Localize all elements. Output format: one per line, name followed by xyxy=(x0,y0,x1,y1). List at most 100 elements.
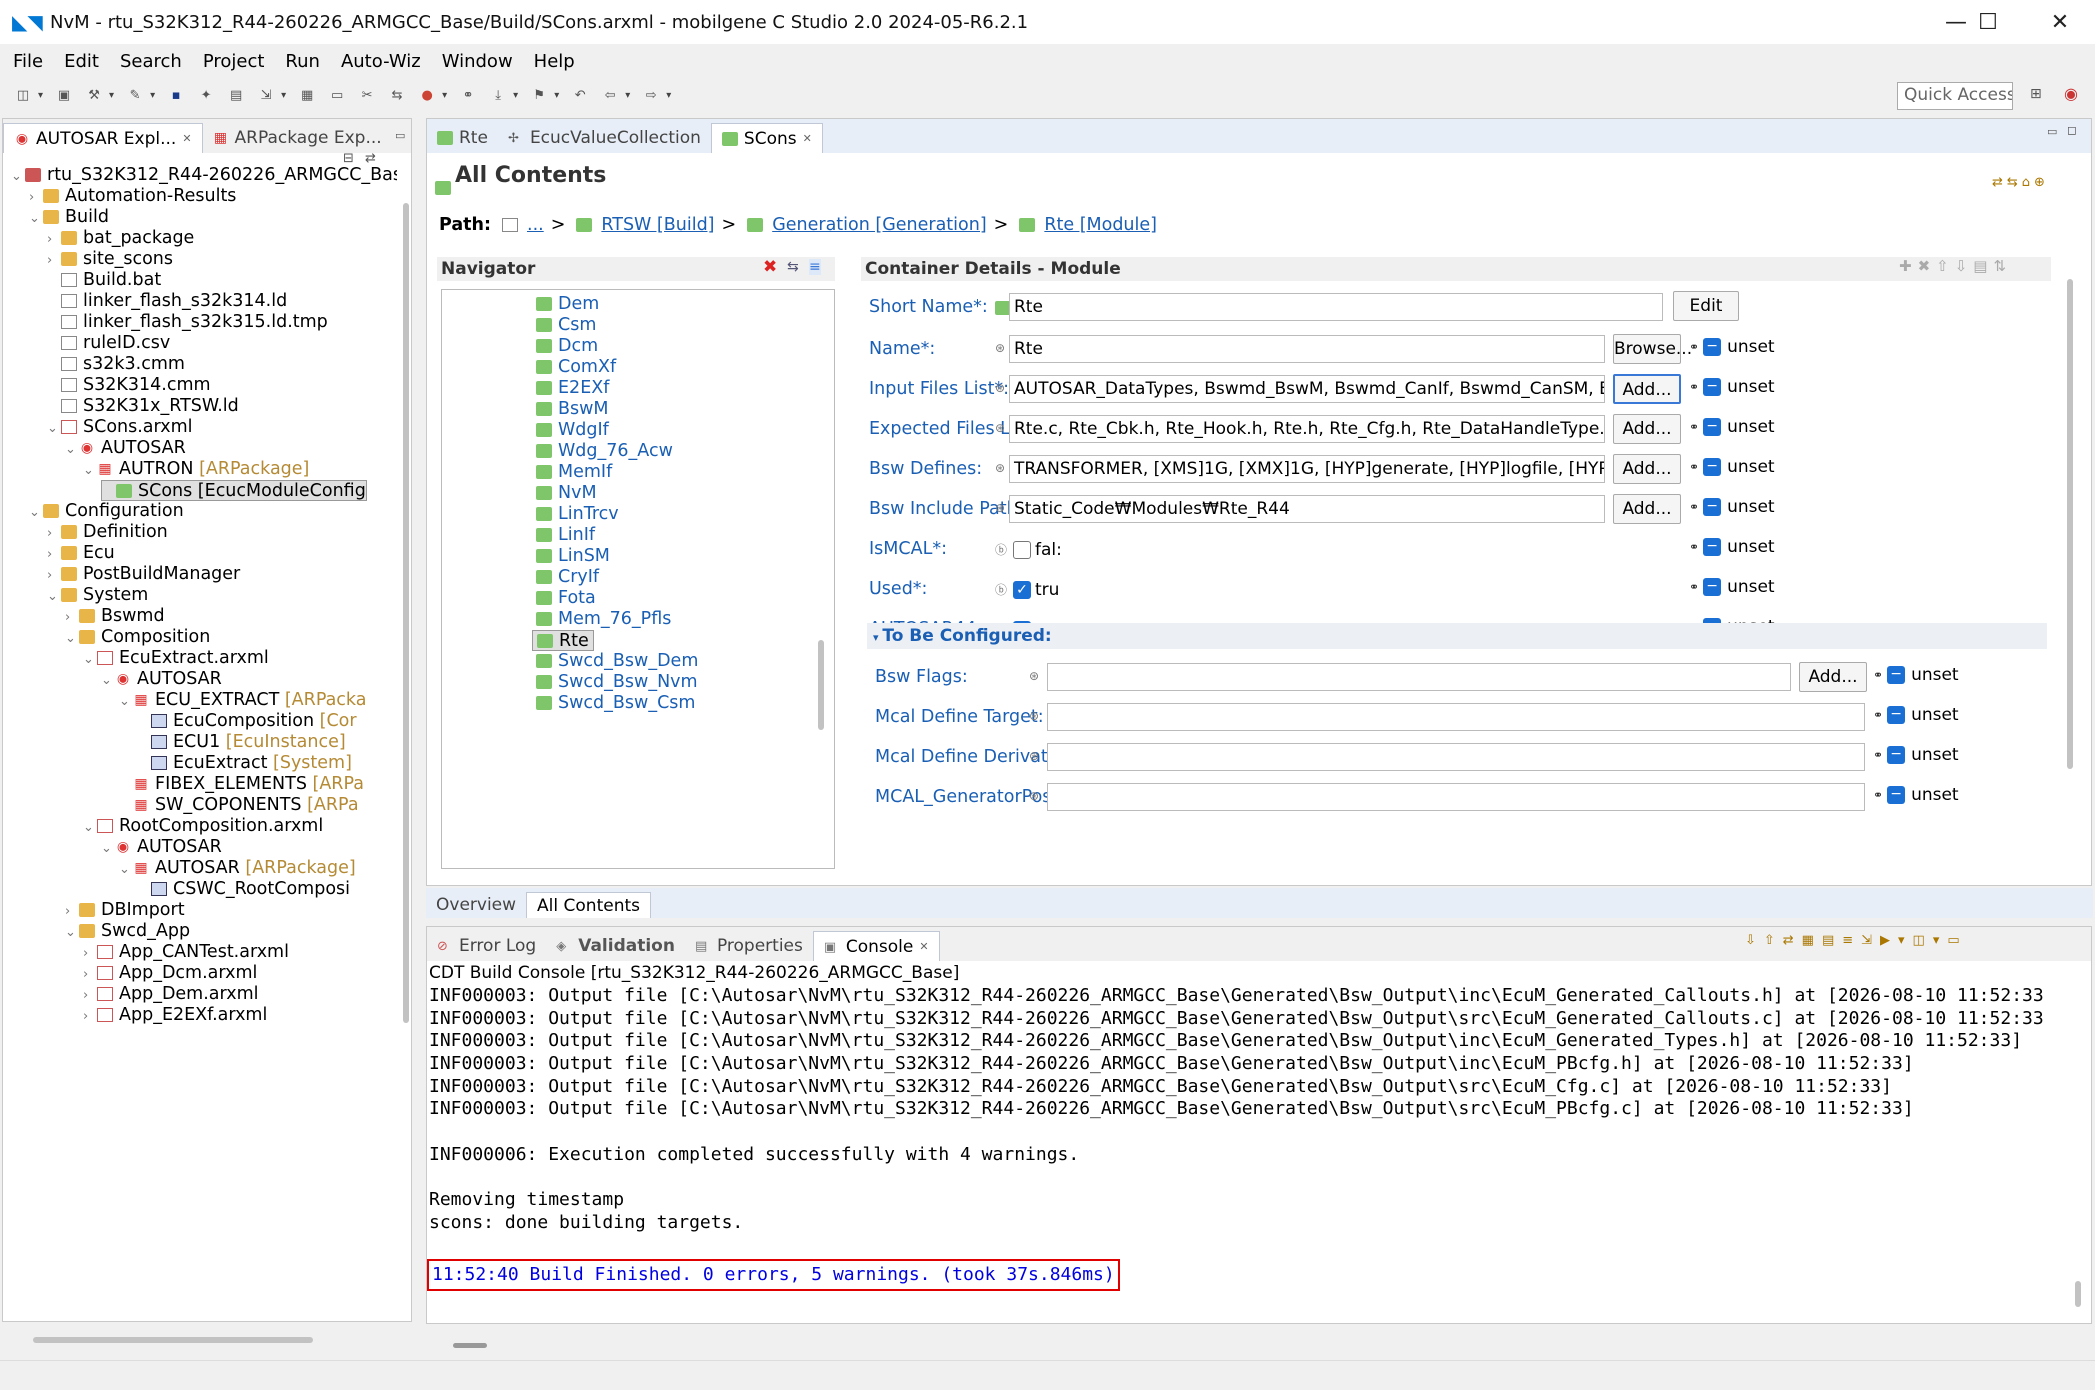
tree-item[interactable]: › site_scons xyxy=(47,249,173,270)
close-tab-icon[interactable]: ✕ xyxy=(182,132,191,145)
tree-item[interactable]: › App_CANTest.arxml xyxy=(83,942,289,963)
tree-item[interactable]: › Ecu xyxy=(47,543,115,564)
unset-toggle[interactable]: ⚭−unset xyxy=(1873,665,1959,685)
tree-item[interactable]: S32K314.cmm xyxy=(47,375,211,396)
tree-item[interactable]: ⌄ ◉ AUTOSAR xyxy=(101,837,222,858)
chevron-icon[interactable]: ⌄ xyxy=(65,439,79,460)
build-icon[interactable]: ⚒ xyxy=(83,85,105,105)
remove-icon[interactable]: ✖ xyxy=(763,257,777,277)
field-input[interactable]: Rte.c, Rte_Cbk.h, Rte_Hook.h, Rte.h, Rte… xyxy=(1009,415,1605,443)
compare-icon[interactable]: ⇆ xyxy=(386,85,408,105)
tree-item[interactable]: ⌄ EcuExtract.arxml xyxy=(83,648,269,669)
field-input[interactable]: Rte xyxy=(1009,335,1605,363)
tab-rte[interactable]: Rte xyxy=(427,123,498,153)
menu-search[interactable]: Search xyxy=(120,51,182,72)
field-input[interactable]: Static_Code₩Modules₩Rte_R44 xyxy=(1009,495,1605,523)
navigator-item-bswm[interactable]: BswM xyxy=(532,399,613,420)
console-actions-icons[interactable]: ⇩⇧⇄▦▤≡⇲▶▾◫▾▭ xyxy=(1745,933,1968,948)
field-add-button[interactable]: Add... xyxy=(1613,374,1681,404)
tree-item[interactable]: ruleID.csv xyxy=(47,333,170,354)
unset-toggle[interactable]: ⚭−unset xyxy=(1873,745,1959,765)
field-add-button[interactable]: Browse... xyxy=(1613,334,1692,364)
menu-help[interactable]: Help xyxy=(534,51,575,72)
tree-item[interactable]: ⌄ System xyxy=(47,585,148,606)
field-add-button[interactable]: Add... xyxy=(1613,494,1681,524)
chevron-icon[interactable]: ⌄ xyxy=(83,460,97,481)
chevron-icon[interactable]: › xyxy=(83,985,97,1006)
navigator-item-mem_76_pfls[interactable]: Mem_76_Pfls xyxy=(532,609,675,630)
forward-icon[interactable]: ⇨ xyxy=(640,85,662,105)
tree-item[interactable]: ⌄ Swcd_App xyxy=(65,921,190,942)
tree-item[interactable]: ⌄ Build xyxy=(29,207,109,228)
navigator-item-memif[interactable]: MemIf xyxy=(532,462,616,483)
sync-icon[interactable]: ⇆ xyxy=(787,259,799,275)
sparkle-icon[interactable]: ✦ xyxy=(195,85,217,105)
tree-item[interactable]: SCons [EcucModuleConfig xyxy=(101,480,367,501)
unset-toggle[interactable]: ⚭−unset xyxy=(1689,497,1775,517)
tab-properties[interactable]: ▤ Properties xyxy=(685,931,813,961)
breadcrumb-link[interactable]: Generation [Generation] xyxy=(772,215,986,235)
tree-item[interactable]: EcuExtract [System] xyxy=(137,753,352,774)
chevron-icon[interactable]: ⌄ xyxy=(29,208,43,229)
unset-toggle[interactable]: ⚭−unset xyxy=(1689,377,1775,397)
tree-item[interactable]: ⌄ SCons.arxml xyxy=(47,417,193,438)
chevron-icon[interactable]: ⌄ xyxy=(47,418,61,439)
marker-icon[interactable]: ⚑ xyxy=(528,85,550,105)
navigator-item-wdgif[interactable]: WdgIf xyxy=(532,420,613,441)
tree-item[interactable]: ⌄ rtu_S32K312_R44-260226_ARMGCC_Base xyxy=(11,165,397,186)
tree-item[interactable]: ▦ SW_COPONENTS [ARPa xyxy=(119,795,358,816)
chevron-icon[interactable]: › xyxy=(47,544,61,565)
import-icon[interactable]: ⇲ xyxy=(255,85,277,105)
close-window-button[interactable]: ✕ xyxy=(2026,0,2094,44)
edit-button[interactable]: Edit xyxy=(1673,291,1739,321)
tree-item[interactable]: › Definition xyxy=(47,522,168,543)
chevron-icon[interactable]: ⌄ xyxy=(83,817,97,838)
editor-actions-icons[interactable]: ⇄⇆⌂⊕ xyxy=(1992,175,2049,190)
navigator-item-cryif[interactable]: CryIf xyxy=(532,567,603,588)
new-icon[interactable]: ◫ xyxy=(12,85,34,105)
tree-item[interactable]: ⌄ RootComposition.arxml xyxy=(83,816,323,837)
chevron-icon[interactable]: ⌄ xyxy=(29,502,43,523)
tree-item[interactable]: › App_Dem.arxml xyxy=(83,984,259,1005)
chevron-icon[interactable]: ⌄ xyxy=(101,838,115,859)
tree-item[interactable]: ECU1 [EcuInstance] xyxy=(137,732,346,753)
minimize-editor-icon[interactable]: ▭ xyxy=(2047,125,2057,138)
chevron-icon[interactable]: ⌄ xyxy=(65,628,79,649)
tree-item[interactable]: › Automation-Results xyxy=(29,186,236,207)
tree-item[interactable]: › App_E2EXf.arxml xyxy=(83,1005,267,1026)
field-add-button[interactable]: Add... xyxy=(1799,662,1867,692)
chevron-icon[interactable]: ⌄ xyxy=(47,586,61,607)
navigator-item-nvm[interactable]: NvM xyxy=(532,483,601,504)
tab-console[interactable]: ▣ Console ✕ xyxy=(812,931,940,961)
navigator-item-swcd_bsw_nvm[interactable]: Swcd_Bsw_Nvm xyxy=(532,672,702,693)
unset-toggle[interactable]: ⚭−unset xyxy=(1689,577,1775,597)
chevron-icon[interactable]: ⌄ xyxy=(11,166,25,187)
tree-item[interactable]: ▦ FIBEX_ELEMENTS [ARPa xyxy=(119,774,364,795)
field-add-button[interactable]: Add... xyxy=(1613,454,1681,484)
details-scrollbar[interactable] xyxy=(2067,279,2073,769)
chevron-icon[interactable]: › xyxy=(83,1006,97,1027)
field-input[interactable] xyxy=(1047,743,1865,771)
page-tab-all-contents[interactable]: All Contents xyxy=(526,892,651,918)
tools-icon[interactable]: ✂ xyxy=(356,85,378,105)
breadcrumb-link[interactable]: ... xyxy=(527,215,544,235)
tree-item[interactable]: › DBImport xyxy=(65,900,185,921)
tree-item[interactable]: linker_flash_s32k315.ld.tmp xyxy=(47,312,328,333)
chevron-icon[interactable]: › xyxy=(83,964,97,985)
chevron-icon[interactable]: › xyxy=(47,229,61,250)
field-add-button[interactable]: Add... xyxy=(1613,414,1681,444)
tab-error-log[interactable]: ⊘ Error Log xyxy=(427,931,546,961)
navigator-item-swcd_bsw_csm[interactable]: Swcd_Bsw_Csm xyxy=(532,693,699,714)
tab-validation[interactable]: ◈ Validation xyxy=(546,931,685,961)
chevron-icon[interactable]: › xyxy=(65,901,79,922)
field-input[interactable]: AUTOSAR_DataTypes, Bswmd_BswM, Bswmd_Can… xyxy=(1009,375,1605,403)
chevron-icon[interactable]: ⌄ xyxy=(101,670,115,691)
chart-icon[interactable]: ▤ xyxy=(225,85,247,105)
bool-checkbox[interactable] xyxy=(1013,541,1031,559)
tree-item[interactable]: ⌄ ◉ AUTOSAR xyxy=(101,669,222,690)
tab-scons[interactable]: SCons ✕ xyxy=(710,123,823,153)
console-hscrollbar[interactable] xyxy=(453,1343,487,1348)
tree-item[interactable]: ⌄ Configuration xyxy=(29,501,184,522)
tree-item[interactable]: CSWC_RootComposi xyxy=(137,879,350,900)
details-actions-icons[interactable]: ✚✖⇧⇩▤⇅ xyxy=(1899,257,2012,275)
